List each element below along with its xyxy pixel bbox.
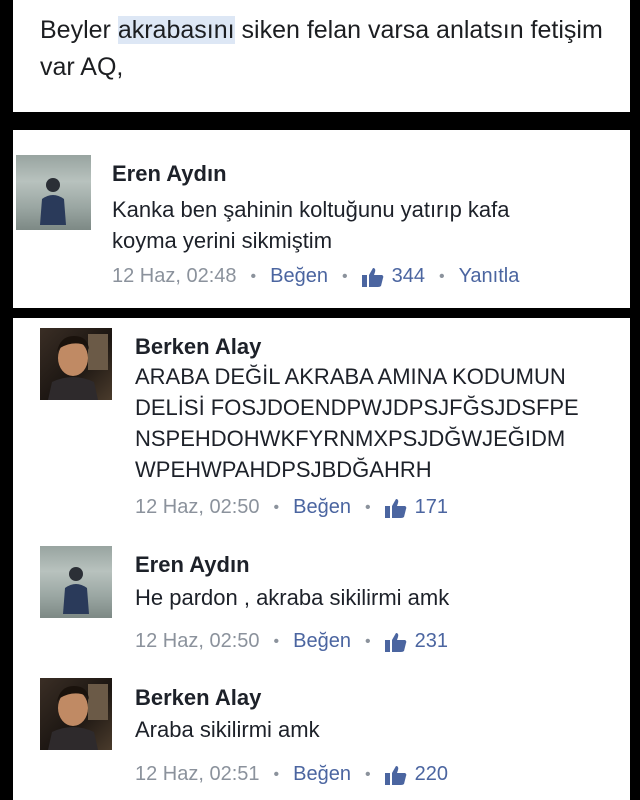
comment-line: koyma yerini sikmiştim xyxy=(112,228,333,253)
comment-text: ARABA DEĞİL AKRABA AMINA KODUMUN DELİSİ … xyxy=(135,361,579,485)
comment-line: DELİSİ FOSJDOENDPWJDPSJFĞSJDSFPE xyxy=(135,395,579,420)
separator-dot: • xyxy=(438,267,445,285)
comment-line: He pardon , akraba sikilirmi amk xyxy=(135,585,450,610)
comment-text: He pardon , akraba sikilirmi amk xyxy=(135,582,449,613)
user-avatar-icon xyxy=(63,567,89,614)
like-count[interactable]: 344 xyxy=(392,265,425,288)
avatar[interactable] xyxy=(16,155,91,230)
like-count[interactable]: 171 xyxy=(415,496,448,519)
comment-time[interactable]: 12 Haz, 02:51 xyxy=(135,763,260,786)
comment-line: WPEHWPAHDPSJBDĞAHRH xyxy=(135,457,432,482)
thumbs-up-icon[interactable] xyxy=(384,632,407,652)
comment-meta: 12 Haz, 02:51 • Beğen • 220 xyxy=(135,763,448,786)
comment-thread: Berken Alay ARABA DEĞİL AKRABA AMINA KOD… xyxy=(13,318,630,800)
like-button[interactable]: Beğen xyxy=(293,763,351,786)
comment-line: Kanka ben şahinin koltuğunu yatırıp kafa xyxy=(112,197,510,222)
comment-author[interactable]: Berken Alay xyxy=(135,685,261,711)
avatar[interactable] xyxy=(40,328,112,400)
like-count[interactable]: 220 xyxy=(415,763,448,786)
separator-dot: • xyxy=(364,498,371,516)
post-text-before: Beyler xyxy=(40,16,118,44)
post-text: Beyler akrabasını siken felan varsa anla… xyxy=(40,12,620,86)
like-button[interactable]: Beğen xyxy=(293,496,351,519)
separator-dot: • xyxy=(364,765,371,783)
like-button[interactable]: Beğen xyxy=(293,630,351,653)
comment-line: Araba sikilirmi amk xyxy=(135,717,320,742)
comment-text: Araba sikilirmi amk xyxy=(135,714,320,745)
separator-dot: • xyxy=(341,267,348,285)
user-avatar-icon xyxy=(40,178,66,225)
user-avatar-icon xyxy=(48,334,108,400)
comment-author[interactable]: Berken Alay xyxy=(135,334,261,360)
comment-author[interactable]: Eren Aydın xyxy=(135,552,250,578)
like-count[interactable]: 231 xyxy=(415,630,448,653)
comment-line: NSPEHDOHWKFYRNMXPSJDĞWJEĞIDM xyxy=(135,426,566,451)
separator-dot: • xyxy=(273,632,280,650)
avatar[interactable] xyxy=(40,678,112,750)
reply-button[interactable]: Yanıtla xyxy=(459,265,520,288)
post-card: Beyler akrabasını siken felan varsa anla… xyxy=(13,0,630,112)
comment-line: ARABA DEĞİL AKRABA AMINA KODUMUN xyxy=(135,364,566,389)
like-button[interactable]: Beğen xyxy=(270,265,328,288)
thumbs-up-icon[interactable] xyxy=(384,765,407,785)
separator-dot: • xyxy=(250,267,257,285)
separator-dot: • xyxy=(273,498,280,516)
comment-meta: 12 Haz, 02:50 • Beğen • 231 xyxy=(135,630,448,653)
separator-dot: • xyxy=(364,632,371,650)
user-avatar-icon xyxy=(48,684,108,750)
thumbs-up-icon[interactable] xyxy=(361,267,384,287)
avatar[interactable] xyxy=(40,546,112,618)
post-text-highlight: akrabasını xyxy=(117,16,235,44)
comment-text: Kanka ben şahinin koltuğunu yatırıp kafa… xyxy=(112,194,510,256)
comment-time[interactable]: 12 Haz, 02:48 xyxy=(112,265,237,288)
thumbs-up-icon[interactable] xyxy=(384,498,407,518)
comment-card: Eren Aydın Kanka ben şahinin koltuğunu y… xyxy=(13,130,630,308)
comment-meta: 12 Haz, 02:48 • Beğen • 344 • Yanıtla xyxy=(112,265,519,288)
separator-dot: • xyxy=(273,765,280,783)
comment-time[interactable]: 12 Haz, 02:50 xyxy=(135,630,260,653)
comment-time[interactable]: 12 Haz, 02:50 xyxy=(135,496,260,519)
comment-meta: 12 Haz, 02:50 • Beğen • 171 xyxy=(135,496,448,519)
comment-author[interactable]: Eren Aydın xyxy=(112,161,227,187)
